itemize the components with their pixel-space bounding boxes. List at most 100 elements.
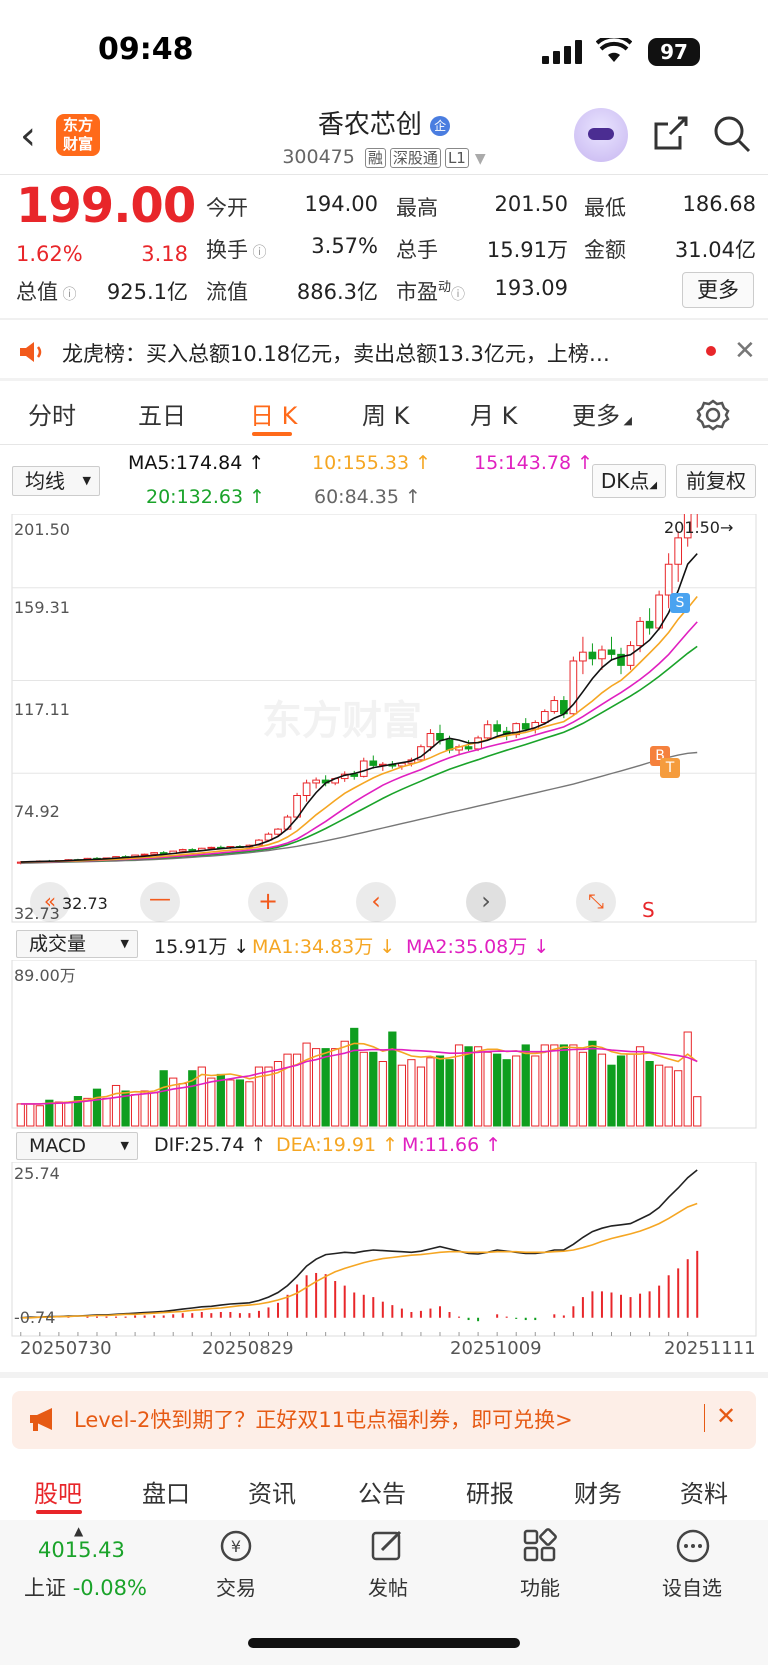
wifi-icon xyxy=(596,38,632,62)
index-value[interactable]: 4015.43 xyxy=(38,1538,125,1562)
volume-bar xyxy=(378,1061,387,1127)
assistant-face-icon xyxy=(588,128,614,140)
close-icon[interactable]: ✕ xyxy=(734,336,756,366)
grid-function-icon[interactable] xyxy=(522,1528,558,1564)
turnover-value: 3.57% xyxy=(311,234,378,258)
candle-body xyxy=(302,782,311,797)
candle-body xyxy=(493,724,501,732)
volume-bar xyxy=(92,1088,102,1127)
macd-m: M:11.66 ↑ xyxy=(402,1134,502,1156)
rewind-left-icon[interactable]: « xyxy=(30,882,70,922)
step-left-icon[interactable]: ‹ xyxy=(356,882,396,922)
volume-bar xyxy=(550,1044,559,1127)
function-label[interactable]: 功能 xyxy=(490,1572,590,1601)
y-label-2: 159.31 xyxy=(14,598,70,617)
tab-timeshare[interactable]: 分时 xyxy=(28,396,76,431)
macd-chart[interactable] xyxy=(0,1162,768,1338)
volume-indicator-select[interactable]: 成交量 ▼ xyxy=(16,930,138,958)
tab-financials[interactable]: 财务 xyxy=(574,1474,622,1509)
signal-sell-badge[interactable]: S xyxy=(670,593,690,613)
candle-body xyxy=(436,733,444,741)
gear-icon[interactable] xyxy=(696,398,730,432)
share-icon[interactable] xyxy=(650,114,690,154)
zoom-out-icon[interactable]: — xyxy=(140,882,180,922)
volume-ma1: MA1:34.83万 ↓ xyxy=(252,936,396,958)
ma60-line xyxy=(20,751,698,864)
volume-bar xyxy=(616,1055,626,1127)
index-row[interactable]: 上证 -0.08% xyxy=(24,1572,147,1602)
adjust-button[interactable]: 前复权 xyxy=(676,464,756,498)
zoom-in-icon[interactable]: + xyxy=(248,882,288,922)
watchlist-label[interactable]: 设自选 xyxy=(642,1572,742,1601)
search-icon[interactable] xyxy=(712,114,752,154)
float-label: 流值 xyxy=(206,280,248,304)
chevron-down-icon: ▼ xyxy=(474,151,486,167)
tab-profile[interactable]: 资料 xyxy=(680,1474,728,1509)
trade-label[interactable]: 交易 xyxy=(186,1572,286,1601)
promo-text[interactable]: Level-2快到期了？正好双11屯点福利券，即可兑换> xyxy=(74,1404,573,1434)
ma5-value: MA5:174.84 ↑ xyxy=(128,452,265,474)
candle-body xyxy=(140,853,149,856)
more-button[interactable]: 更多 xyxy=(682,272,754,308)
candle-body xyxy=(188,849,197,852)
volume-bar xyxy=(445,1059,454,1127)
volume-bar xyxy=(655,1064,664,1127)
candle-body xyxy=(607,649,616,655)
ma20-value: 20:132.63 ↑ xyxy=(146,486,266,508)
volume-bar xyxy=(569,1044,578,1127)
info-icon: ⓘ xyxy=(248,245,267,261)
volume-bar xyxy=(683,1031,692,1127)
dk-point-button[interactable]: DK点◢ xyxy=(592,464,666,498)
macd-indicator-select[interactable]: MACD ▼ xyxy=(16,1132,138,1160)
ma20-line xyxy=(20,645,698,863)
candle-body xyxy=(521,723,530,730)
tab-five-day[interactable]: 五日 xyxy=(138,396,186,431)
tab-forum[interactable]: 股吧 xyxy=(34,1474,82,1509)
volume-bar xyxy=(388,1031,397,1127)
volume-bar xyxy=(235,1079,245,1127)
add-watchlist-icon[interactable] xyxy=(674,1528,712,1564)
date-label-1: 20250730 xyxy=(20,1338,112,1359)
info-icon: ⓘ xyxy=(58,287,77,303)
step-right-icon[interactable]: › xyxy=(466,882,506,922)
fullscreen-icon[interactable]: ⤡ xyxy=(576,882,616,922)
volume-bar xyxy=(521,1044,530,1127)
pe-label: 市盈动ⓘ xyxy=(396,280,466,304)
tab-orderbook[interactable]: 盘口 xyxy=(142,1474,190,1509)
tab-weekly-k[interactable]: 周 K xyxy=(362,396,409,431)
volume-chart[interactable] xyxy=(0,960,768,1130)
megaphone-icon xyxy=(30,1408,52,1431)
volume-bar xyxy=(207,1077,216,1127)
tab-research[interactable]: 研报 xyxy=(466,1474,514,1509)
volume-bar xyxy=(597,1053,607,1127)
macd-dea: DEA:19.91 ↑ xyxy=(276,1134,399,1156)
trade-icon[interactable]: ¥ xyxy=(216,1528,256,1564)
date-label-4: 20251111 xyxy=(664,1338,756,1359)
tab-more[interactable]: 更多 ◢ xyxy=(572,396,632,431)
notice-text[interactable]: 龙虎榜：买入总额10.18亿元，卖出总额13.3亿元，上榜… xyxy=(62,338,674,368)
volume-bar xyxy=(302,1042,311,1127)
post-label[interactable]: 发帖 xyxy=(338,1572,438,1601)
post-icon[interactable] xyxy=(370,1528,406,1564)
tab-daily-k[interactable]: 日 K xyxy=(250,396,297,431)
volume-bar xyxy=(369,1051,378,1127)
indicator-select[interactable]: 均线 ▼ xyxy=(12,466,100,496)
current-price: 199.00 xyxy=(16,178,196,234)
candle-body xyxy=(550,700,559,713)
open-label: 今开 xyxy=(206,196,248,220)
volume-label: 总手 xyxy=(396,238,438,262)
signal-t-badge[interactable]: T xyxy=(660,758,680,778)
volume-bar xyxy=(512,1055,521,1127)
tab-monthly-k[interactable]: 月 K xyxy=(470,396,517,431)
volume-bar xyxy=(64,1101,73,1127)
candle-body xyxy=(579,651,587,662)
ma15-value: 15:143.78 ↑ xyxy=(474,452,594,474)
volume-bar xyxy=(35,1105,44,1127)
volume-bar xyxy=(407,1059,416,1127)
tab-news[interactable]: 资讯 xyxy=(248,1474,296,1509)
volume-max-label: 89.00万 xyxy=(14,966,76,985)
tab-announcements[interactable]: 公告 xyxy=(358,1474,406,1509)
close-banner-icon[interactable]: ✕ xyxy=(716,1402,736,1430)
amount-label: 金额 xyxy=(584,238,626,262)
volume-bar xyxy=(645,1061,654,1127)
